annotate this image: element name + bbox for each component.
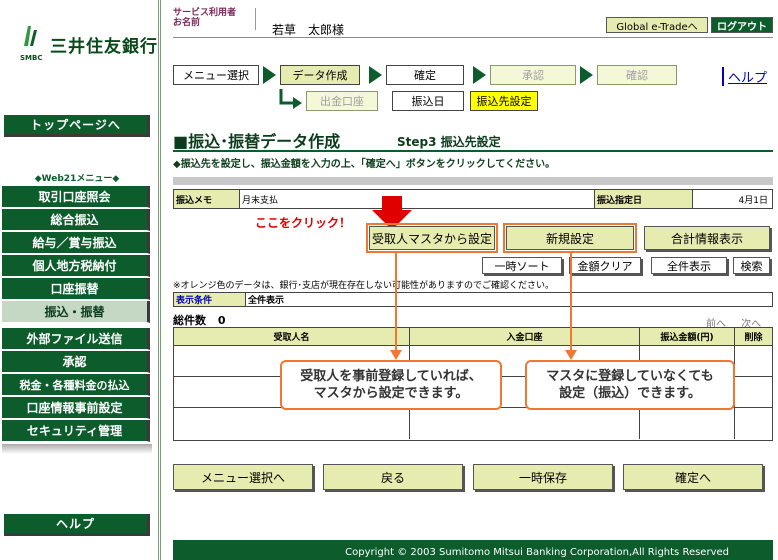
callout-arrow-icon <box>565 350 577 360</box>
pointer-arrow-icon <box>372 196 412 230</box>
sidebar-divider <box>158 0 161 560</box>
memo-value: 月末支払 <box>240 190 595 208</box>
total-count: 総件数 0 <box>173 312 226 328</box>
sub-step-arrow-icon <box>279 89 302 109</box>
date-value: 4月1日 <box>738 195 768 206</box>
total-count-label: 総件数 <box>173 314 206 327</box>
title-underline <box>173 150 773 152</box>
step-approve: 承認 <box>490 65 576 85</box>
sidebar-shadow <box>2 444 152 454</box>
callout-new: マスタに登録していなくても 設定（振込）できます。 <box>525 360 735 410</box>
callout-connector <box>570 252 572 352</box>
col-delete: 削除 <box>744 333 763 343</box>
sidebar-item-local-tax[interactable]: 個人地方税納付 <box>2 255 150 277</box>
callout-new-line2: 設定（振込）できます。 <box>559 386 701 401</box>
user-label: サービス利用者 お名前 <box>173 8 236 28</box>
sidebar-item-approval[interactable]: 承認 <box>2 351 150 373</box>
web21-menu-label: ◆Web21メニュー◆ <box>34 174 120 184</box>
new-setting-button[interactable]: 新規設定 <box>503 223 637 253</box>
sidebar: 三井住友銀行 SMBC トップページへ ◆Web21メニュー◆ 取引口座照会 総… <box>0 0 158 560</box>
temp-save-button[interactable]: 一時保存 <box>473 464 613 490</box>
sidebar-item-general-transfer[interactable]: 総合振込 <box>2 209 150 231</box>
filter-value: 全件表示 <box>248 296 285 306</box>
step-check: 確認 <box>597 65 677 85</box>
sub-step-date: 振込日 <box>392 91 464 111</box>
footer-copyright: Copyright © 2003 Sumitomo Mitsui Banking… <box>173 540 773 560</box>
header-divider <box>173 37 773 38</box>
col-account: 入金口座 <box>410 328 640 345</box>
sidebar-item-payments[interactable]: 税金・各種料金の払込 <box>2 374 150 396</box>
summary-display-button[interactable]: 合計情報表示 <box>644 226 770 250</box>
orange-data-note: ※オレンジ色のデータは、銀行･支店が現在存在しない可能性がありますのでご確認くだ… <box>173 281 555 291</box>
total-count-value: 0 <box>217 314 226 327</box>
memo-label: 振込メモ <box>174 190 240 208</box>
section-bar <box>173 177 773 185</box>
header-separator <box>255 8 256 30</box>
step-arrow-icon <box>263 66 276 84</box>
page-step-label: Step3 振込先設定 <box>397 135 501 149</box>
smbc-logo-icon <box>24 26 37 46</box>
col-recipient: 受取人名 <box>174 328 410 345</box>
user-name: 若草 太郎様 <box>272 23 345 37</box>
step-arrow-icon <box>580 66 593 84</box>
menu-select-button[interactable]: メニュー選択へ <box>173 464 313 490</box>
callout-master: 受取人を事前登録していれば、 マスタから設定できます。 <box>280 360 502 410</box>
temp-sort-button[interactable]: 一時ソート <box>482 257 562 274</box>
search-button[interactable]: 検索 <box>733 257 770 274</box>
brand-sub: SMBC <box>20 54 43 62</box>
callout-arrow-icon <box>390 350 402 360</box>
instruction-text: ◆振込先を設定し、振込金額を入力の上、「確定へ」ボタンをクリックしてください。 <box>173 159 556 170</box>
filter-label: 表示条件 <box>174 293 246 306</box>
sub-step-from-account: 出金口座 <box>306 91 378 111</box>
memo-row: 振込メモ 月末支払 振込指定日 4月1日 <box>173 189 773 209</box>
step-confirm: 確定 <box>386 65 464 85</box>
show-all-button[interactable]: 全件表示 <box>651 257 727 274</box>
table-row <box>174 408 772 439</box>
step-arrow-icon <box>473 66 486 84</box>
brand-name: 三井住友銀行 <box>50 37 158 57</box>
col-amount: 振込金額(円) <box>640 328 735 345</box>
sidebar-item-account-transfer[interactable]: 口座振替 <box>2 278 150 300</box>
callout-master-line1: 受取人を事前登録していれば、 <box>300 369 482 384</box>
amount-clear-button[interactable]: 金額クリア <box>569 257 641 274</box>
callout-new-line1: マスタに登録していなくても <box>546 369 714 384</box>
callout-master-line2: マスタから設定できます。 <box>313 386 469 401</box>
sidebar-item-account-inquiry[interactable]: 取引口座照会 <box>2 186 150 208</box>
page-title: ■振込･振替データ作成 <box>173 132 341 151</box>
sidebar-item-security[interactable]: セキュリティ管理 <box>2 420 150 442</box>
logout-button[interactable]: ログアウト <box>711 17 773 33</box>
sidebar-item-preset[interactable]: 口座情報事前設定 <box>2 397 150 419</box>
sub-step-destination: 振込先設定 <box>470 91 538 111</box>
callout-connector <box>395 252 397 352</box>
global-etrade-button[interactable]: Global e-Tradeへ <box>606 17 708 33</box>
sidebar-item-transfer[interactable]: 振込・振替 <box>2 301 150 323</box>
set-from-master-button[interactable]: 受取人マスタから設定 <box>366 223 498 253</box>
back-button[interactable]: 戻る <box>323 464 463 490</box>
help-button[interactable]: ヘルプ <box>4 514 150 536</box>
user-label-line1: サービス利用者 <box>173 8 237 18</box>
click-here-label: ここをクリック！ <box>255 216 352 230</box>
step-data: データ作成 <box>280 65 360 85</box>
filter-row: 表示条件 全件表示 <box>173 292 773 307</box>
sidebar-item-salary-transfer[interactable]: 給与／賞与振込 <box>2 232 150 254</box>
step-arrow-icon <box>369 66 382 84</box>
step-menu[interactable]: メニュー選択 <box>173 65 259 85</box>
results-header: 受取人名 入金口座 振込金額(円) 削除 <box>174 328 772 346</box>
confirm-button[interactable]: 確定へ <box>623 464 763 490</box>
user-label-line2: お名前 <box>173 18 201 28</box>
sidebar-item-file-send[interactable]: 外部ファイル送信 <box>2 328 150 350</box>
top-page-button[interactable]: トップページへ <box>4 115 150 137</box>
date-label: 振込指定日 <box>595 190 693 208</box>
help-link[interactable]: ヘルプ <box>722 67 767 86</box>
